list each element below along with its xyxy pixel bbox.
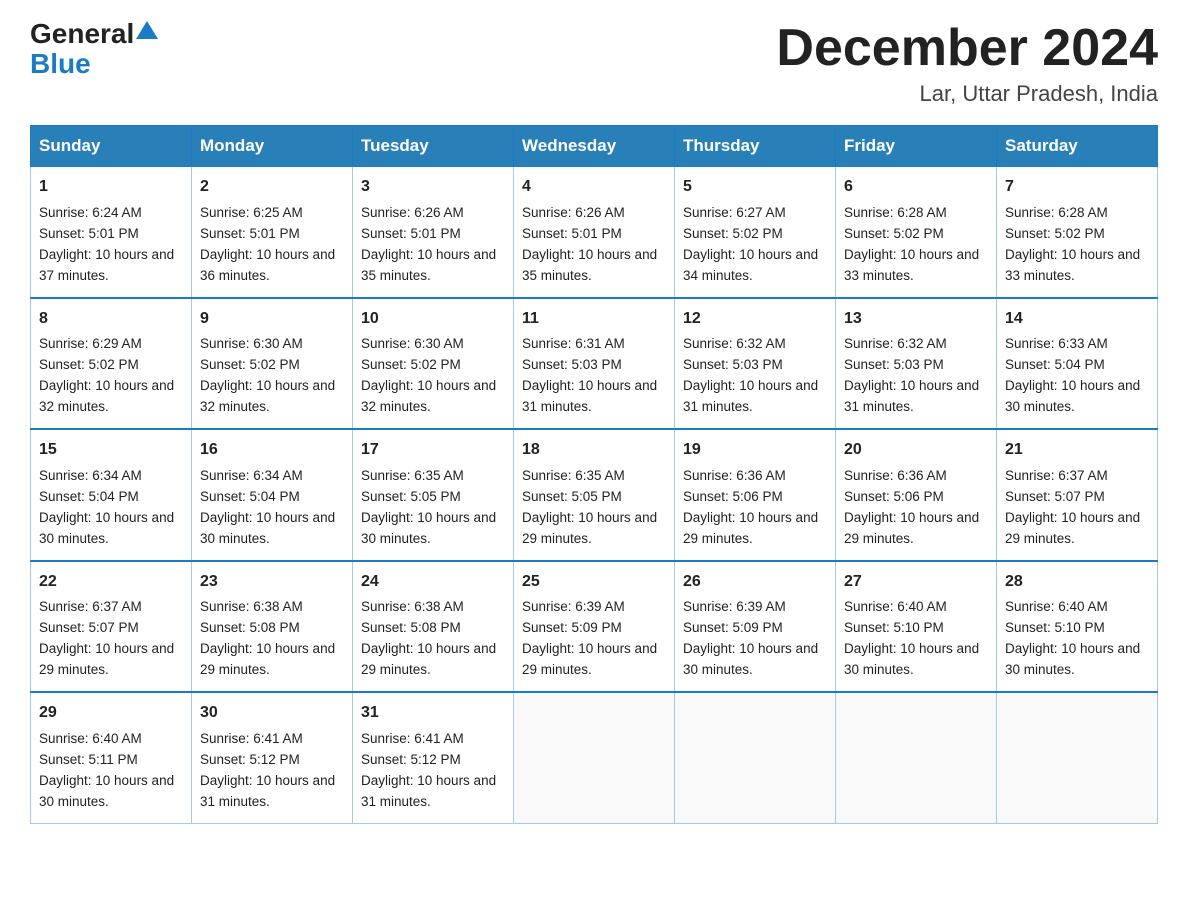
day-number: 23 [200,570,344,595]
month-title: December 2024 [776,20,1158,77]
day-number: 17 [361,438,505,463]
week-row-4: 22Sunrise: 6:37 AMSunset: 5:07 PMDayligh… [31,561,1158,692]
day-number: 1 [39,175,183,200]
day-number: 19 [683,438,827,463]
day-number: 12 [683,307,827,332]
day-number: 24 [361,570,505,595]
calendar-cell: 2Sunrise: 6:25 AMSunset: 5:01 PMDaylight… [192,167,353,298]
day-number: 25 [522,570,666,595]
week-row-1: 1Sunrise: 6:24 AMSunset: 5:01 PMDaylight… [31,167,1158,298]
day-number: 22 [39,570,183,595]
calendar-cell: 23Sunrise: 6:38 AMSunset: 5:08 PMDayligh… [192,561,353,692]
header-thursday: Thursday [675,126,836,167]
week-row-5: 29Sunrise: 6:40 AMSunset: 5:11 PMDayligh… [31,692,1158,823]
day-number: 8 [39,307,183,332]
header-friday: Friday [836,126,997,167]
header-saturday: Saturday [997,126,1158,167]
calendar-cell [997,692,1158,823]
day-number: 30 [200,701,344,726]
header-wednesday: Wednesday [514,126,675,167]
day-number: 21 [1005,438,1149,463]
calendar-table: SundayMondayTuesdayWednesdayThursdayFrid… [30,125,1158,823]
logo-blue: Blue [30,48,91,80]
day-number: 26 [683,570,827,595]
calendar-cell: 14Sunrise: 6:33 AMSunset: 5:04 PMDayligh… [997,298,1158,429]
calendar-cell: 22Sunrise: 6:37 AMSunset: 5:07 PMDayligh… [31,561,192,692]
day-number: 18 [522,438,666,463]
day-number: 6 [844,175,988,200]
day-number: 14 [1005,307,1149,332]
day-number: 31 [361,701,505,726]
header-monday: Monday [192,126,353,167]
location: Lar, Uttar Pradesh, India [776,81,1158,107]
calendar-cell: 5Sunrise: 6:27 AMSunset: 5:02 PMDaylight… [675,167,836,298]
logo-general: General [30,20,134,48]
day-number: 15 [39,438,183,463]
calendar-cell: 18Sunrise: 6:35 AMSunset: 5:05 PMDayligh… [514,429,675,560]
day-number: 16 [200,438,344,463]
title-block: December 2024 Lar, Uttar Pradesh, India [776,20,1158,107]
calendar-cell: 6Sunrise: 6:28 AMSunset: 5:02 PMDaylight… [836,167,997,298]
calendar-cell [514,692,675,823]
day-number: 11 [522,307,666,332]
calendar-cell: 1Sunrise: 6:24 AMSunset: 5:01 PMDaylight… [31,167,192,298]
calendar-cell: 28Sunrise: 6:40 AMSunset: 5:10 PMDayligh… [997,561,1158,692]
day-number: 28 [1005,570,1149,595]
calendar-cell: 10Sunrise: 6:30 AMSunset: 5:02 PMDayligh… [353,298,514,429]
calendar-cell: 27Sunrise: 6:40 AMSunset: 5:10 PMDayligh… [836,561,997,692]
day-number: 9 [200,307,344,332]
calendar-cell: 7Sunrise: 6:28 AMSunset: 5:02 PMDaylight… [997,167,1158,298]
calendar-cell: 13Sunrise: 6:32 AMSunset: 5:03 PMDayligh… [836,298,997,429]
calendar-cell: 11Sunrise: 6:31 AMSunset: 5:03 PMDayligh… [514,298,675,429]
calendar-cell: 12Sunrise: 6:32 AMSunset: 5:03 PMDayligh… [675,298,836,429]
calendar-cell: 8Sunrise: 6:29 AMSunset: 5:02 PMDaylight… [31,298,192,429]
week-row-2: 8Sunrise: 6:29 AMSunset: 5:02 PMDaylight… [31,298,1158,429]
calendar-cell: 16Sunrise: 6:34 AMSunset: 5:04 PMDayligh… [192,429,353,560]
calendar-cell [675,692,836,823]
header-tuesday: Tuesday [353,126,514,167]
day-number: 4 [522,175,666,200]
day-number: 7 [1005,175,1149,200]
calendar-cell: 21Sunrise: 6:37 AMSunset: 5:07 PMDayligh… [997,429,1158,560]
calendar-cell: 15Sunrise: 6:34 AMSunset: 5:04 PMDayligh… [31,429,192,560]
calendar-cell: 9Sunrise: 6:30 AMSunset: 5:02 PMDaylight… [192,298,353,429]
day-number: 3 [361,175,505,200]
calendar-cell: 20Sunrise: 6:36 AMSunset: 5:06 PMDayligh… [836,429,997,560]
day-number: 29 [39,701,183,726]
calendar-cell: 3Sunrise: 6:26 AMSunset: 5:01 PMDaylight… [353,167,514,298]
calendar-cell: 26Sunrise: 6:39 AMSunset: 5:09 PMDayligh… [675,561,836,692]
calendar-cell: 19Sunrise: 6:36 AMSunset: 5:06 PMDayligh… [675,429,836,560]
days-header-row: SundayMondayTuesdayWednesdayThursdayFrid… [31,126,1158,167]
day-number: 27 [844,570,988,595]
calendar-cell: 17Sunrise: 6:35 AMSunset: 5:05 PMDayligh… [353,429,514,560]
calendar-cell: 31Sunrise: 6:41 AMSunset: 5:12 PMDayligh… [353,692,514,823]
day-number: 10 [361,307,505,332]
page-header: General Blue December 2024 Lar, Uttar Pr… [30,20,1158,107]
calendar-cell [836,692,997,823]
logo: General Blue [30,20,158,80]
logo-triangle-icon [136,21,158,39]
day-number: 5 [683,175,827,200]
day-number: 2 [200,175,344,200]
calendar-cell: 4Sunrise: 6:26 AMSunset: 5:01 PMDaylight… [514,167,675,298]
calendar-cell: 25Sunrise: 6:39 AMSunset: 5:09 PMDayligh… [514,561,675,692]
calendar-cell: 24Sunrise: 6:38 AMSunset: 5:08 PMDayligh… [353,561,514,692]
week-row-3: 15Sunrise: 6:34 AMSunset: 5:04 PMDayligh… [31,429,1158,560]
header-sunday: Sunday [31,126,192,167]
calendar-cell: 30Sunrise: 6:41 AMSunset: 5:12 PMDayligh… [192,692,353,823]
calendar-cell: 29Sunrise: 6:40 AMSunset: 5:11 PMDayligh… [31,692,192,823]
day-number: 13 [844,307,988,332]
day-number: 20 [844,438,988,463]
